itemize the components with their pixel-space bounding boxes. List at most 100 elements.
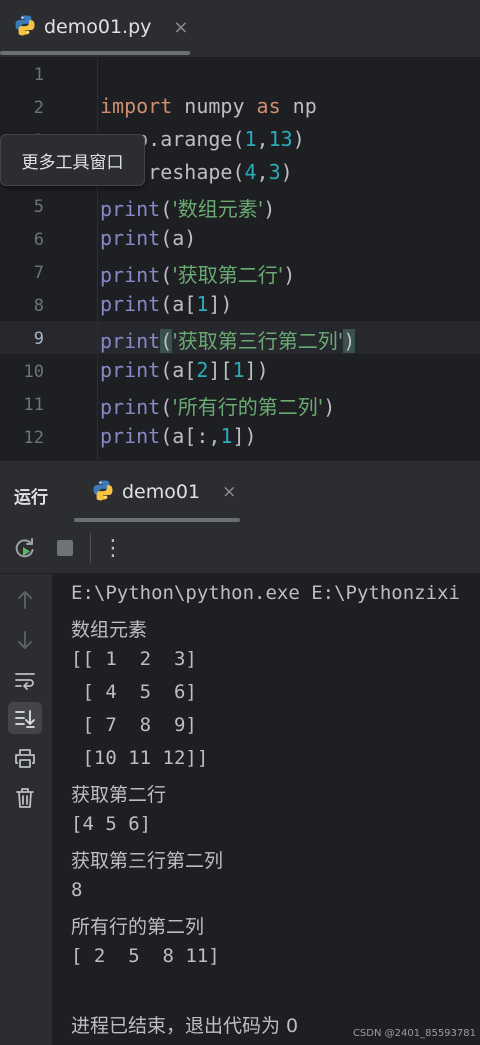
code-token: ) [283,263,296,287]
up-arrow-icon[interactable] [8,584,42,616]
line-number: 9 [33,329,44,349]
line-number-gutter: 1 2 3 4 5 6 7 8 9 10 11 12 [0,58,60,460]
console-line: [ 2 5 8 11] [71,945,220,967]
run-tab-demo01[interactable]: demo01 × [92,479,236,505]
code-token: ) [323,395,336,419]
matched-bracket: ( [160,329,173,353]
python-icon [14,14,36,40]
run-tab-label: demo01 [122,481,201,503]
editor-tab-label: demo01.py [44,16,152,38]
editor-tab-bar: demo01.py × [0,0,480,58]
code-token: ) [292,127,305,151]
code-token: '获取第二行' [172,263,284,287]
code-token: ) [263,197,276,221]
tooltip-text: 更多工具窗口 [21,152,124,173]
code-token: '所有行的第二列' [172,395,324,419]
code-line-10: print(a[2][1]) [100,358,269,382]
console-line: [ 4 5 6] [71,681,197,703]
code-line-5: print('数组元素') [100,193,275,222]
code-token: 1 [196,292,209,316]
code-token: print [100,424,161,448]
line-number: 2 [33,98,44,118]
active-tab-indicator [0,51,190,55]
code-line-11: print('所有行的第二列') [100,391,335,420]
code-token: 4 [244,160,257,184]
console-line: [ 7 8 9] [71,714,197,736]
tooltip-more-tool-windows: 更多工具窗口 [0,134,145,186]
code-token: '数组元素' [172,197,264,221]
active-run-tab-indicator [74,518,240,522]
matched-bracket: ) [343,329,356,353]
run-window-title: 运行 [14,488,48,508]
code-line-2: import numpy as np [100,94,317,118]
code-token: 1 [220,424,233,448]
line-number: 8 [33,296,44,316]
code-token: import [100,94,173,118]
line-number: 7 [33,263,44,283]
code-token: (a[: [160,424,209,448]
console-line: 获取第三行第二列 [71,850,224,872]
line-number: 10 [23,362,44,382]
code-line-12: print(a[:,1]) [100,424,257,448]
line-number: 1 [33,65,44,85]
console-line: 获取第二行 [71,784,167,806]
console-line: 所有行的第二列 [71,916,205,938]
code-token: ]) [244,358,269,382]
code-token: '获取第三行第二列' [172,329,344,353]
code-editor[interactable]: 1 2 3 4 5 6 7 8 9 10 11 12 import numpy … [0,58,480,460]
close-icon[interactable]: × [173,17,188,38]
console-line: [[ 1 2 3] [71,648,197,670]
code-token: print [100,395,161,419]
code-token: ( [160,395,173,419]
line-number: 6 [33,230,44,250]
soft-wrap-icon[interactable] [8,664,42,696]
editor-tab-demo01[interactable]: demo01.py × [14,10,189,44]
more-icon[interactable]: ⋮ [100,535,126,561]
rerun-icon [15,538,34,558]
code-token: 2 [196,358,209,382]
down-arrow-icon[interactable] [8,624,42,656]
run-toolbar: ⋮ [0,523,480,574]
run-tool-window-header: 运行 demo01 × [0,460,480,523]
console-line: [4 5 6] [71,813,152,835]
stop-button[interactable] [52,535,78,561]
code-token: ][ [208,358,233,382]
code-token: print [100,358,161,382]
code-token: np [280,94,317,118]
console-line: E:\Python\python.exe E:\Pythonzixi [71,582,460,604]
line-number: 5 [33,197,44,217]
print-icon[interactable] [8,742,42,774]
console-side-toolbar [0,574,53,1045]
code-token: print [100,329,161,353]
trash-icon[interactable] [8,782,42,814]
code-token: , [256,127,269,151]
line-number: 12 [23,428,44,448]
console-line: 进程已结束，退出代码为 0 [71,1015,299,1037]
code-token: print [100,197,161,221]
code-token: 3 [268,160,281,184]
code-token: , [256,160,269,184]
watermark: CSDN @2401_85593781 [352,1028,476,1039]
code-token: ( [160,197,173,221]
rerun-button[interactable] [12,535,38,561]
code-token: as [256,94,281,118]
toolbar-separator [90,533,91,563]
code-token: print [100,263,161,287]
code-token: numpy [172,94,257,118]
gutter-divider [97,58,98,460]
code-token: ]) [208,292,233,316]
run-console-output[interactable]: E:\Python\python.exe E:\Pythonzixi 数组元素 … [53,574,480,1045]
code-token: ]) [232,424,257,448]
console-line: 数组元素 [71,619,148,641]
code-token: ) [280,160,293,184]
scroll-to-end-icon[interactable] [8,702,42,734]
code-token: (a) [160,226,197,250]
code-token: 1 [232,358,245,382]
code-line-8: print(a[1]) [100,292,232,316]
code-token: print [100,292,161,316]
code-token: , [208,424,221,448]
code-token: (a[ [160,292,197,316]
code-line-6: print(a) [100,226,196,250]
close-icon[interactable]: × [222,482,236,502]
code-token: print [100,226,161,250]
